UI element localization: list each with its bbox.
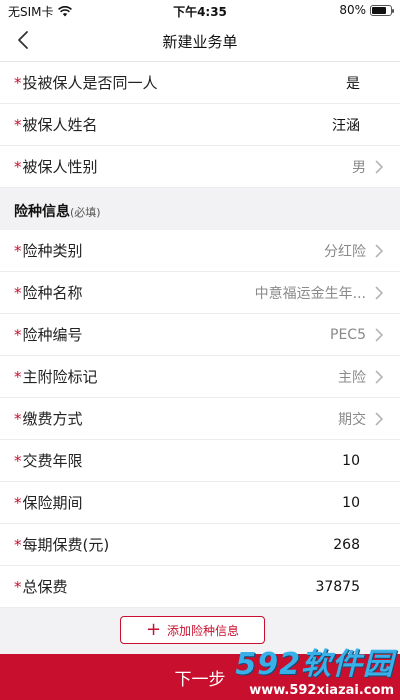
required-asterisk: * — [14, 410, 22, 428]
form-row[interactable]: *缴费方式 期交 — [0, 398, 400, 440]
field-label-text: 保险期间 — [22, 494, 83, 512]
field-value[interactable]: 是 — [346, 73, 360, 93]
required-asterisk: * — [14, 452, 22, 470]
plus-icon: + — [145, 619, 162, 640]
nav-bar: 新建业务单 — [0, 20, 400, 62]
field-label: *每期保费(元) — [14, 534, 109, 555]
form-row[interactable]: *险种名称 中意福运金生年... — [0, 272, 400, 314]
battery-percent: 80% — [339, 3, 366, 17]
add-insurance-label: 添加险种信息 — [167, 623, 240, 638]
required-asterisk: * — [14, 242, 22, 260]
insurance-info-list: *险种类别 分红险 *险种名称 中意福运金生年... *险种编号 PEC5 *主附险标记 主险… — [0, 230, 400, 608]
field-label-text: 险种编号 — [22, 326, 83, 344]
field-label-text: 每期保费(元) — [22, 536, 110, 554]
policy-info-list: *投被保人是否同一人是 *被保人姓名 汪涵 *被保人性别男 — [0, 62, 400, 188]
field-label-text: 投被保人是否同一人 — [22, 74, 158, 92]
chevron-right-icon — [375, 370, 384, 384]
section-title-text: 险种信息 — [14, 204, 70, 220]
form-row[interactable]: *险种类别 分红险 — [0, 230, 400, 272]
form-row: *交费年限 10 — [0, 440, 400, 482]
field-value: 中意福运金生年... — [254, 285, 366, 302]
field-label: *险种类别 — [14, 240, 83, 261]
chevron-right-icon — [375, 412, 384, 426]
form-row: *保险期间 10 — [0, 482, 400, 524]
field-value: PEC5 — [330, 326, 366, 343]
form-row[interactable]: *险种编号 PEC5 — [0, 314, 400, 356]
field-label-text: 主附险标记 — [22, 368, 98, 386]
required-asterisk: * — [14, 326, 22, 344]
status-right: 80% — [339, 3, 394, 17]
field-label: *险种编号 — [14, 324, 83, 345]
chevron-right-icon — [375, 286, 384, 300]
battery-icon — [370, 4, 394, 16]
field-label: *主附险标记 — [14, 366, 98, 387]
field-label-text: 被保人性别 — [22, 158, 98, 176]
status-bar: 无SIM卡 下午4:35 80% — [0, 0, 400, 20]
field-label: *保险期间 — [14, 492, 83, 513]
required-asterisk: * — [14, 116, 22, 134]
field-label-text: 险种类别 — [22, 242, 83, 260]
section-title: 险种信息(必填) — [14, 201, 101, 221]
field-label: *被保人性别 — [14, 156, 98, 177]
field-value: 分红险 — [324, 243, 366, 260]
field-label: *险种名称 — [14, 282, 83, 303]
field-value[interactable]: 10 — [342, 495, 360, 511]
field-label: *交费年限 — [14, 450, 83, 471]
chevron-right-icon — [375, 244, 384, 258]
field-label-text: 交费年限 — [22, 452, 83, 470]
field-label-text: 险种名称 — [22, 284, 83, 302]
field-label: *总保费 — [14, 576, 68, 597]
chevron-right-icon — [375, 328, 384, 342]
field-label-text: 缴费方式 — [22, 410, 83, 428]
required-asterisk: * — [14, 536, 22, 554]
next-step-button[interactable]: 下一步 — [0, 654, 400, 700]
chevron-right-icon — [375, 160, 384, 174]
field-label: *投被保人是否同一人 — [14, 72, 158, 93]
required-asterisk: * — [14, 368, 22, 386]
required-asterisk: * — [14, 158, 22, 176]
page-title: 新建业务单 — [162, 33, 238, 51]
required-asterisk: * — [14, 74, 22, 92]
insurance-section-header: 险种信息(必填) — [0, 188, 400, 230]
field-label-text: 被保人姓名 — [22, 116, 98, 134]
field-value: 主险 — [338, 369, 366, 386]
field-value[interactable]: 10 — [342, 453, 360, 469]
required-asterisk: * — [14, 284, 22, 302]
add-area: + 添加险种信息 — [0, 608, 400, 656]
field-label-text: 总保费 — [22, 578, 68, 596]
form-row: *总保费 37875 — [0, 566, 400, 608]
form-row: *被保人姓名 汪涵 — [0, 104, 400, 146]
field-value: 期交 — [338, 411, 366, 428]
add-insurance-button[interactable]: + 添加险种信息 — [120, 616, 265, 644]
required-asterisk: * — [14, 578, 22, 596]
required-asterisk: * — [14, 494, 22, 512]
section-required-hint: (必填) — [70, 206, 101, 219]
form-row: *每期保费(元) 268 — [0, 524, 400, 566]
field-label: *被保人姓名 — [14, 114, 98, 135]
form-row: *投被保人是否同一人 是 — [0, 62, 400, 104]
form-row[interactable]: *被保人性别 男 — [0, 146, 400, 188]
field-value[interactable]: 268 — [333, 537, 360, 553]
next-step-label: 下一步 — [174, 669, 226, 690]
field-value[interactable]: 汪涵 — [332, 115, 360, 135]
field-value[interactable]: 37875 — [315, 579, 360, 595]
field-label: *缴费方式 — [14, 408, 83, 429]
form-row[interactable]: *主附险标记 主险 — [0, 356, 400, 398]
field-value: 男 — [352, 159, 366, 176]
